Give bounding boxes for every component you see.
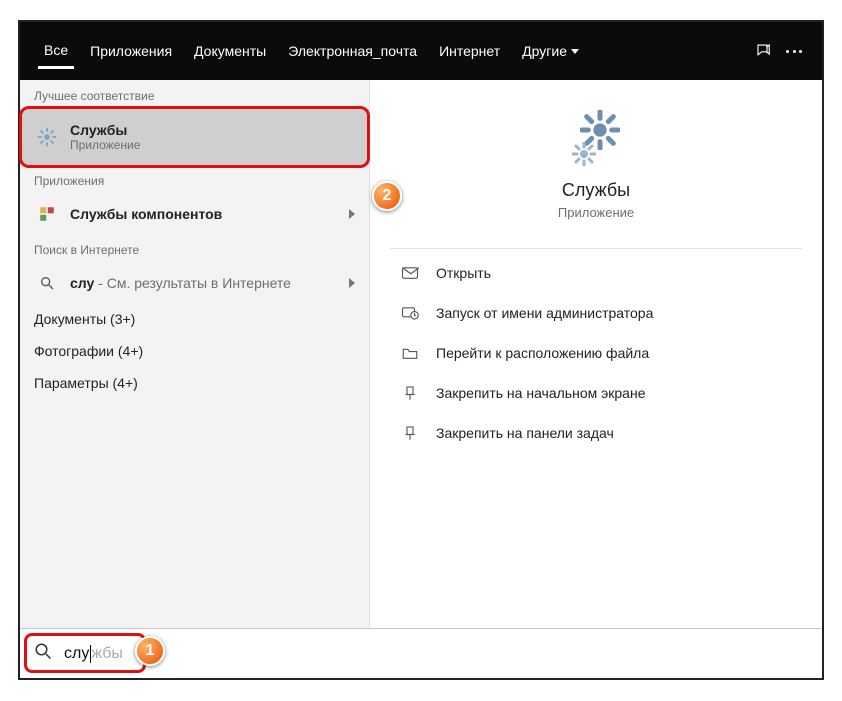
feedback-icon[interactable] (754, 41, 774, 61)
tab-more-label: Другие (522, 43, 567, 59)
best-match-item[interactable]: Службы Приложение (20, 109, 369, 165)
action-open-location[interactable]: Перейти к расположению файла (390, 333, 802, 373)
gear-icon (34, 127, 60, 147)
web-query: слу (70, 275, 94, 291)
extra-photos[interactable]: Фотографии (4+) (20, 335, 369, 367)
action-run-admin[interactable]: Запуск от имени администратора (390, 293, 802, 333)
search-icon (34, 642, 52, 665)
callout-1: 1 (135, 636, 165, 666)
best-match-title: Службы (70, 122, 355, 138)
tab-email[interactable]: Электронная_почта (282, 35, 423, 67)
action-pin-taskbar[interactable]: Закрепить на панели задач (390, 413, 802, 453)
tab-more[interactable]: Другие (516, 35, 585, 67)
pin-icon (400, 385, 420, 401)
search-icon (34, 273, 60, 293)
apps-header: Приложения (20, 165, 369, 194)
preview-app-icon (566, 110, 626, 166)
action-open[interactable]: Открыть (390, 253, 802, 293)
best-match-header: Лучшее соответствие (20, 80, 369, 109)
tab-apps[interactable]: Приложения (84, 35, 178, 67)
pin-icon (400, 425, 420, 441)
tab-internet[interactable]: Интернет (433, 35, 506, 67)
search-input-suggestion: жбы (91, 645, 123, 663)
app-result-item[interactable]: Службы компонентов (20, 194, 369, 234)
component-services-icon (34, 204, 60, 224)
web-search-header: Поиск в Интернете (20, 234, 369, 263)
admin-icon (400, 305, 420, 321)
search-panel: Все Приложения Документы Электронная_поч… (18, 20, 824, 680)
folder-icon (400, 345, 420, 361)
chevron-down-icon (571, 49, 579, 54)
top-bar: Все Приложения Документы Электронная_поч… (20, 22, 822, 80)
preview-subtitle: Приложение (558, 205, 634, 220)
app-result-title: Службы компонентов (70, 206, 222, 222)
results-column: Лучшее соответствие Службы Приложение Пр… (20, 80, 370, 628)
extra-docs[interactable]: Документы (3+) (20, 303, 369, 335)
web-result-item[interactable]: слу - См. результаты в Интернете (20, 263, 369, 303)
preview-pane: Службы Приложение Открыть Запуск от имен… (370, 80, 822, 628)
callout-2: 2 (372, 181, 402, 211)
tab-all[interactable]: Все (38, 34, 74, 69)
action-pin-start[interactable]: Закрепить на начальном экране (390, 373, 802, 413)
chevron-right-icon (349, 209, 355, 219)
best-match-subtitle: Приложение (70, 138, 355, 152)
search-input-typed: слу (64, 645, 89, 663)
chevron-right-icon (349, 278, 355, 288)
preview-title: Службы (562, 180, 630, 201)
open-icon (400, 265, 420, 281)
tab-docs[interactable]: Документы (188, 35, 272, 67)
more-options-icon[interactable] (784, 41, 804, 61)
web-hint: - См. результаты в Интернете (94, 275, 291, 291)
extra-settings[interactable]: Параметры (4+) (20, 367, 369, 399)
